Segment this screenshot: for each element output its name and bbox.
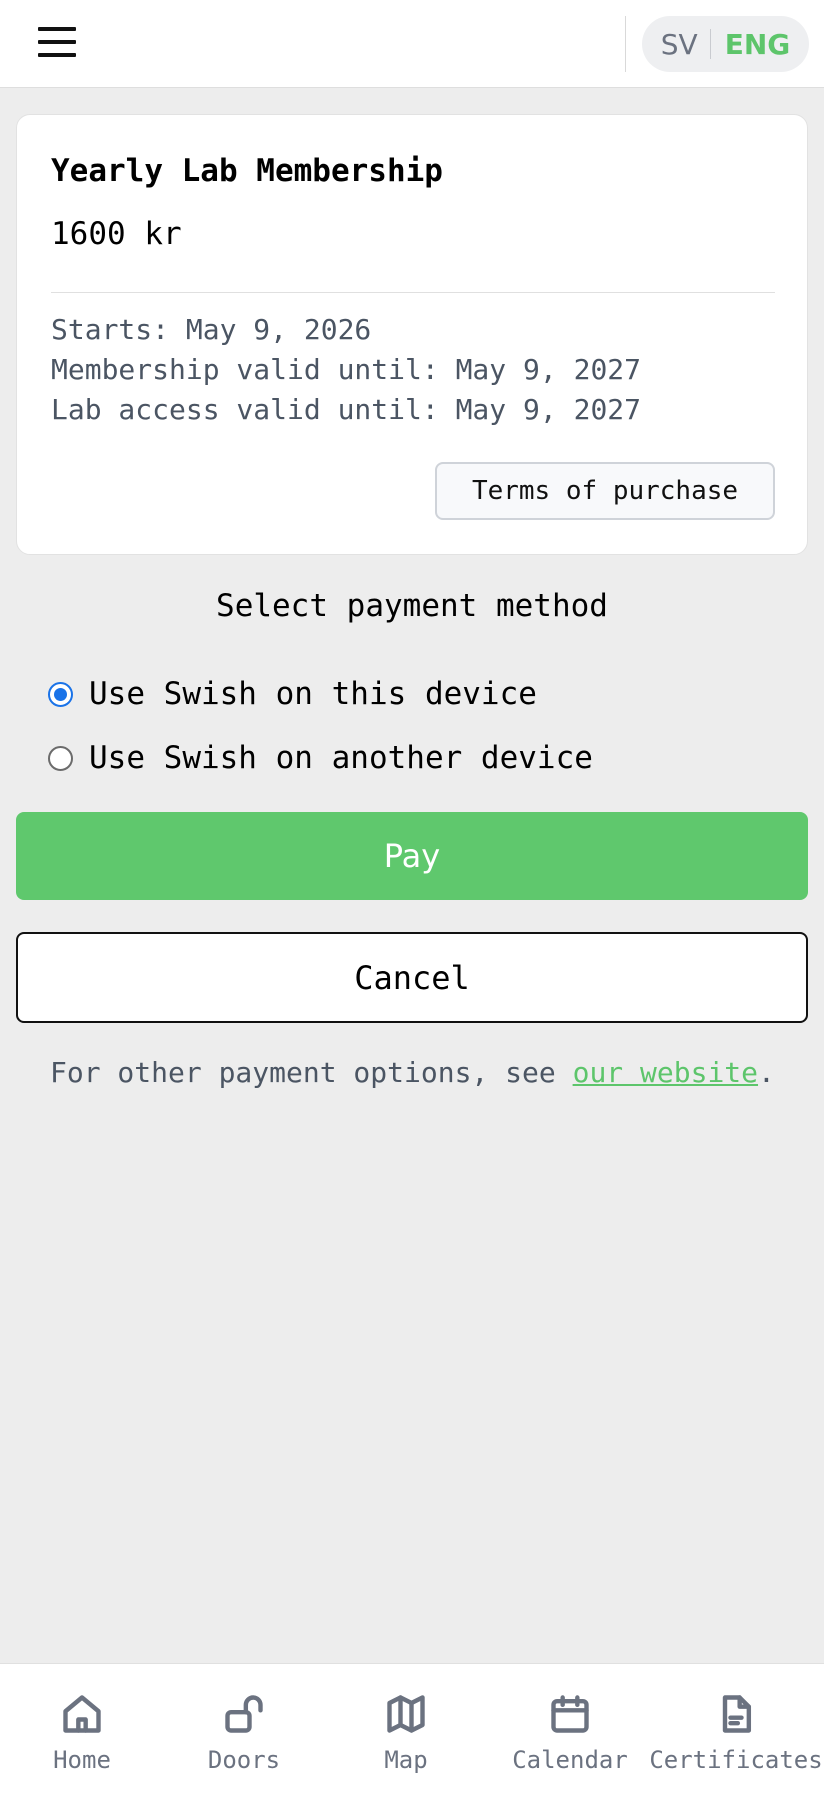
home-icon	[60, 1692, 104, 1736]
our-website-link[interactable]: our website	[573, 1056, 758, 1089]
pay-button[interactable]: Pay	[16, 812, 808, 900]
membership-price: 1600 kr	[51, 216, 182, 252]
map-icon	[384, 1692, 428, 1736]
nav-label: Doors	[207, 1746, 281, 1774]
nav-label: Calendar	[512, 1746, 628, 1774]
payment-option-this-device[interactable]: Use Swish on this device	[48, 676, 537, 712]
terms-of-purchase-button[interactable]: Terms of purchase	[435, 462, 775, 520]
nav-item-certificates[interactable]: Certificates	[649, 1664, 823, 1800]
payment-option-label: Use Swish on another device	[89, 740, 593, 776]
radio-another-device[interactable]	[48, 745, 73, 771]
bottom-navigation: Home Doors Map Calendar Certificates	[0, 1663, 824, 1800]
payment-option-another-device[interactable]: Use Swish on another device	[48, 740, 593, 776]
nav-label: Map	[384, 1746, 428, 1774]
nav-item-calendar[interactable]: Calendar	[488, 1664, 652, 1800]
nav-label: Certificates	[649, 1746, 823, 1774]
card-divider	[51, 292, 775, 293]
payment-option-label: Use Swish on this device	[89, 676, 537, 712]
nav-item-doors[interactable]: Doors	[162, 1664, 326, 1800]
lab-access-valid-until: Lab access valid until: May 9, 2027	[51, 393, 642, 426]
other-options-prefix: For other payment options, see	[50, 1056, 573, 1089]
language-sv-option[interactable]: SV	[661, 28, 710, 61]
payment-method-heading: Select payment method	[216, 588, 608, 624]
language-eng-option[interactable]: ENG	[711, 28, 791, 61]
unlock-icon	[222, 1692, 266, 1736]
calendar-icon	[548, 1692, 592, 1736]
radio-this-device[interactable]	[48, 681, 73, 707]
cancel-button[interactable]: Cancel	[16, 932, 808, 1023]
document-icon	[714, 1692, 758, 1736]
nav-item-home[interactable]: Home	[0, 1664, 164, 1800]
membership-details: Starts: May 9, 2026 Membership valid unt…	[51, 310, 641, 430]
other-options-suffix: .	[758, 1056, 775, 1089]
membership-title: Yearly Lab Membership	[51, 153, 443, 189]
nav-label: Home	[53, 1746, 111, 1774]
membership-valid-until: Membership valid until: May 9, 2027	[51, 353, 642, 386]
other-payment-options-text: For other payment options, see our websi…	[50, 1056, 775, 1089]
hamburger-menu-icon[interactable]	[38, 20, 82, 64]
nav-item-map[interactable]: Map	[324, 1664, 488, 1800]
top-header: SV ENG	[0, 0, 824, 88]
start-date: Starts: May 9, 2026	[51, 313, 372, 346]
membership-card: Yearly Lab Membership 1600 kr Starts: Ma…	[16, 114, 808, 555]
header-divider	[625, 16, 626, 72]
language-toggle: SV ENG	[642, 16, 809, 72]
